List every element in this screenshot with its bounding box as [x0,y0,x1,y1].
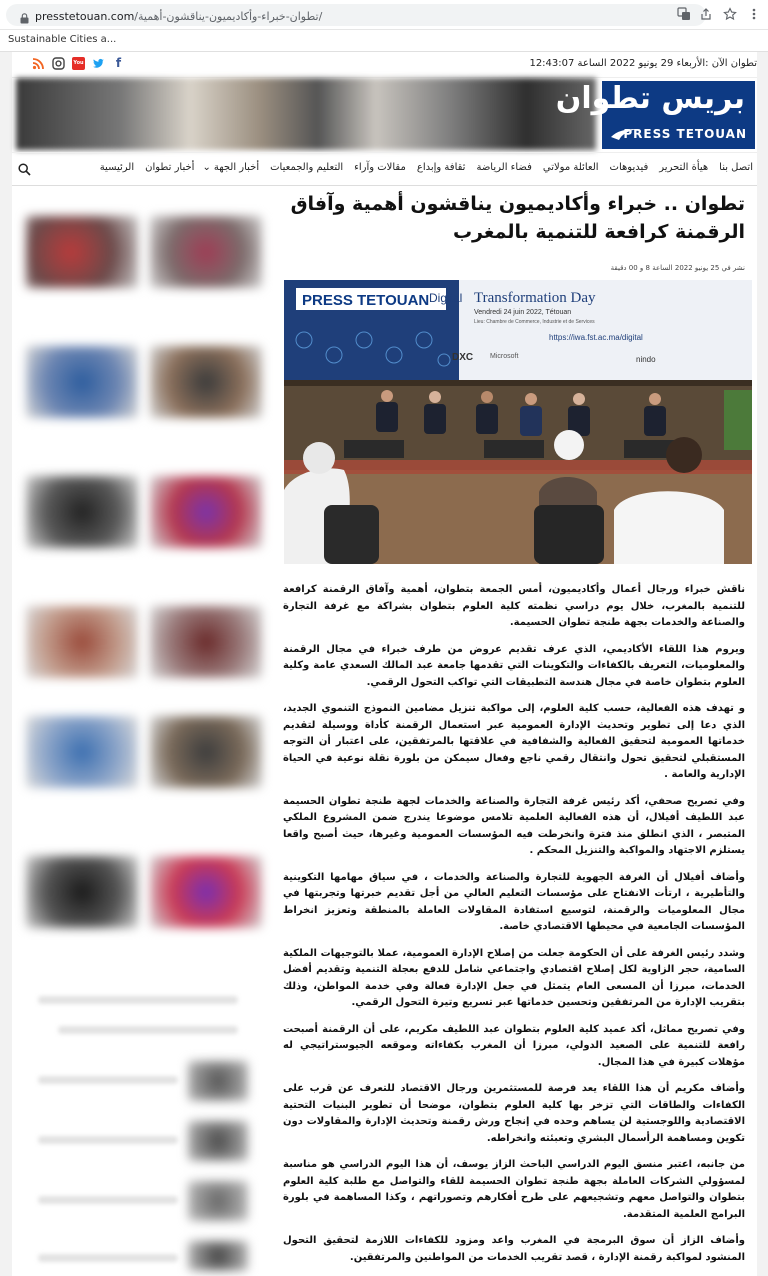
bookmarks-bar: Sustainable Cities a... [0,30,768,52]
nav-item[interactable]: هيأة التحرير [659,162,708,173]
sidebar-thumbnail[interactable] [26,606,138,678]
nav-item[interactable]: اتصل بنا [719,162,753,173]
sidebar-text-line [38,1196,178,1204]
sidebar-thumbnail[interactable] [150,346,262,418]
sidebar-thumbnail[interactable] [188,1121,248,1161]
photo-event-title: Transformation Day [474,290,596,306]
article-title: تطوان .. خبراء وأكاديميون يناقشون أهمية … [290,193,745,243]
photo-sponsor: DXC [452,352,473,363]
page: تطوان الآن :الأربعاء 29 يونيو 2022 الساع… [12,52,757,1276]
photo-sponsor: nindo [636,355,656,364]
nav-item[interactable]: أخبار الجهة [214,162,259,173]
nav-item[interactable]: مقالات وآراء [354,162,406,173]
sidebar-thumbnail[interactable] [26,716,138,788]
article-body: ناقش خبراء ورجال أعمال وأكاديميون، أمس ا… [283,582,745,1276]
chevron-down-icon[interactable]: ⌄ [202,162,210,173]
facebook-icon[interactable]: f [112,57,125,70]
sidebar-blurred [18,196,268,1276]
bookmark-item[interactable]: Sustainable Cities a... [8,34,116,45]
article-paragraph: ناقش خبراء ورجال أعمال وأكاديميون، أمس ا… [283,584,745,628]
instagram-icon[interactable] [52,57,65,70]
photo-event-place: Lieu: Chambre de Commerce, Industrie et … [474,319,595,325]
article-paragraph: وأضاف الزاز أن سوق البرمجة في المغرب واع… [283,1235,745,1263]
photo-press-label: PRESS TETOUAN [302,292,429,309]
article-paragraph: وأضاف مكريم أن هذا اللقاء يعد فرصة للمست… [283,1083,745,1144]
photo-event-prefix: Digital [429,291,462,305]
sidebar-thumbnail[interactable] [26,476,138,548]
nav-item[interactable]: أخبار تطوان [145,162,194,173]
sidebar-thumbnail[interactable] [26,216,138,288]
browser-window: presstetouan.com/تطوان-خبراء-وأكاديميون-… [0,0,768,1276]
article-paragraph: من جانبه، اعتبر منسق اليوم الدراسي الباح… [283,1159,745,1220]
photo-sponsor: Microsoft [490,353,518,360]
sidebar-thumbnail[interactable] [150,606,262,678]
top-info-bar: تطوان الآن :الأربعاء 29 يونيو 2022 الساع… [12,52,757,78]
sidebar-text-line [58,1026,238,1034]
sidebar-text-line [38,1076,178,1084]
nav-item[interactable]: العائلة مولاتي [543,162,599,173]
nav-items: الرئيسية أخبار تطوان ⌄ أخبار الجهة التعليم و… [89,162,753,173]
share-icon[interactable] [698,7,714,23]
search-icon[interactable] [18,163,31,176]
lock-icon [20,13,29,24]
site-logo[interactable]: بريس تطوان PRESS TETOUAN [556,81,755,149]
sidebar-thumbnail[interactable] [188,1061,248,1101]
browser-toolbar: presstetouan.com/تطوان-خبراء-وأكاديميون-… [0,0,768,30]
article: تطوان .. خبراء وأكاديميون يناقشون أهمية … [282,186,757,1276]
sidebar-text-line [38,1136,178,1144]
url-text: presstetouan.com/تطوان-خبراء-وأكاديميون-… [35,10,323,23]
article-paragraph: و تهدف هذه الفعالية، حسب كلية العلوم، إل… [283,703,745,780]
article-photo[interactable]: PRESS TETOUAN Digital Transformation Day… [284,280,752,564]
header-banner-ad[interactable] [16,78,596,150]
sidebar-text-line [38,996,238,1004]
youtube-icon[interactable]: You [72,57,85,70]
nav-item[interactable]: فيديوهات [610,162,649,173]
bookmark-star-icon[interactable] [722,7,738,23]
nav-item[interactable]: فضاء الرياضة [476,162,531,173]
nav-item[interactable]: الرئيسية [100,162,134,173]
sidebar-thumbnail[interactable] [26,856,138,928]
sidebar-thumbnail[interactable] [150,216,262,288]
nav-item[interactable]: التعليم والجمعيات [270,162,343,173]
nav-item[interactable]: ثقافة وإبداع [417,162,466,173]
twitter-icon[interactable] [92,57,105,70]
sidebar-thumbnail[interactable] [188,1241,248,1271]
sidebar-thumbnail[interactable] [150,476,262,548]
more-icon[interactable] [746,7,762,23]
sidebar-thumbnail[interactable] [150,716,262,788]
article-paragraph: ويروم هذا اللقاء الأكاديمي، الذي عرف تقد… [283,643,745,688]
conference-photo-illustration: PRESS TETOUAN Digital Transformation Day… [284,280,752,564]
sidebar-text-line [38,1254,178,1262]
main-navigation: الرئيسية أخبار تطوان ⌄ أخبار الجهة التعليم و… [12,152,757,186]
photo-event-url: https://iwa.fst.ac.ma/digital [549,333,643,342]
sidebar-thumbnail[interactable] [188,1181,248,1221]
sidebar-thumbnail[interactable] [150,856,262,928]
article-paragraph: وأضاف أفيلال أن الغرفة الجهوية للتجارة و… [283,871,745,933]
article-paragraph: وفي تصريح مماثل، أكد عميد كلية العلوم بت… [283,1023,745,1068]
article-paragraph: وشدد رئيس الغرفة على أن الحكومة جعلت من … [283,947,745,1009]
sidebar-thumbnail[interactable] [26,346,138,418]
address-bar[interactable]: presstetouan.com/تطوان-خبراء-وأكاديميون-… [6,4,706,26]
article-publish-date: نشر في 25 يونيو 2022 الساعة 8 و 00 دقيقة [610,264,745,272]
translate-icon[interactable] [676,7,692,23]
site-background: تطوان الآن :الأربعاء 29 يونيو 2022 الساع… [0,52,768,1276]
rss-icon[interactable] [32,57,45,70]
site-header: بريس تطوان PRESS TETOUAN [12,78,757,152]
article-paragraph: وفي تصريح صحفي، أكد رئيس غرفة التجارة وا… [283,795,745,857]
photo-event-date: Vendredi 24 juin 2022, Tétouan [474,309,571,316]
current-datetime: تطوان الآن :الأربعاء 29 يونيو 2022 الساع… [529,58,757,69]
